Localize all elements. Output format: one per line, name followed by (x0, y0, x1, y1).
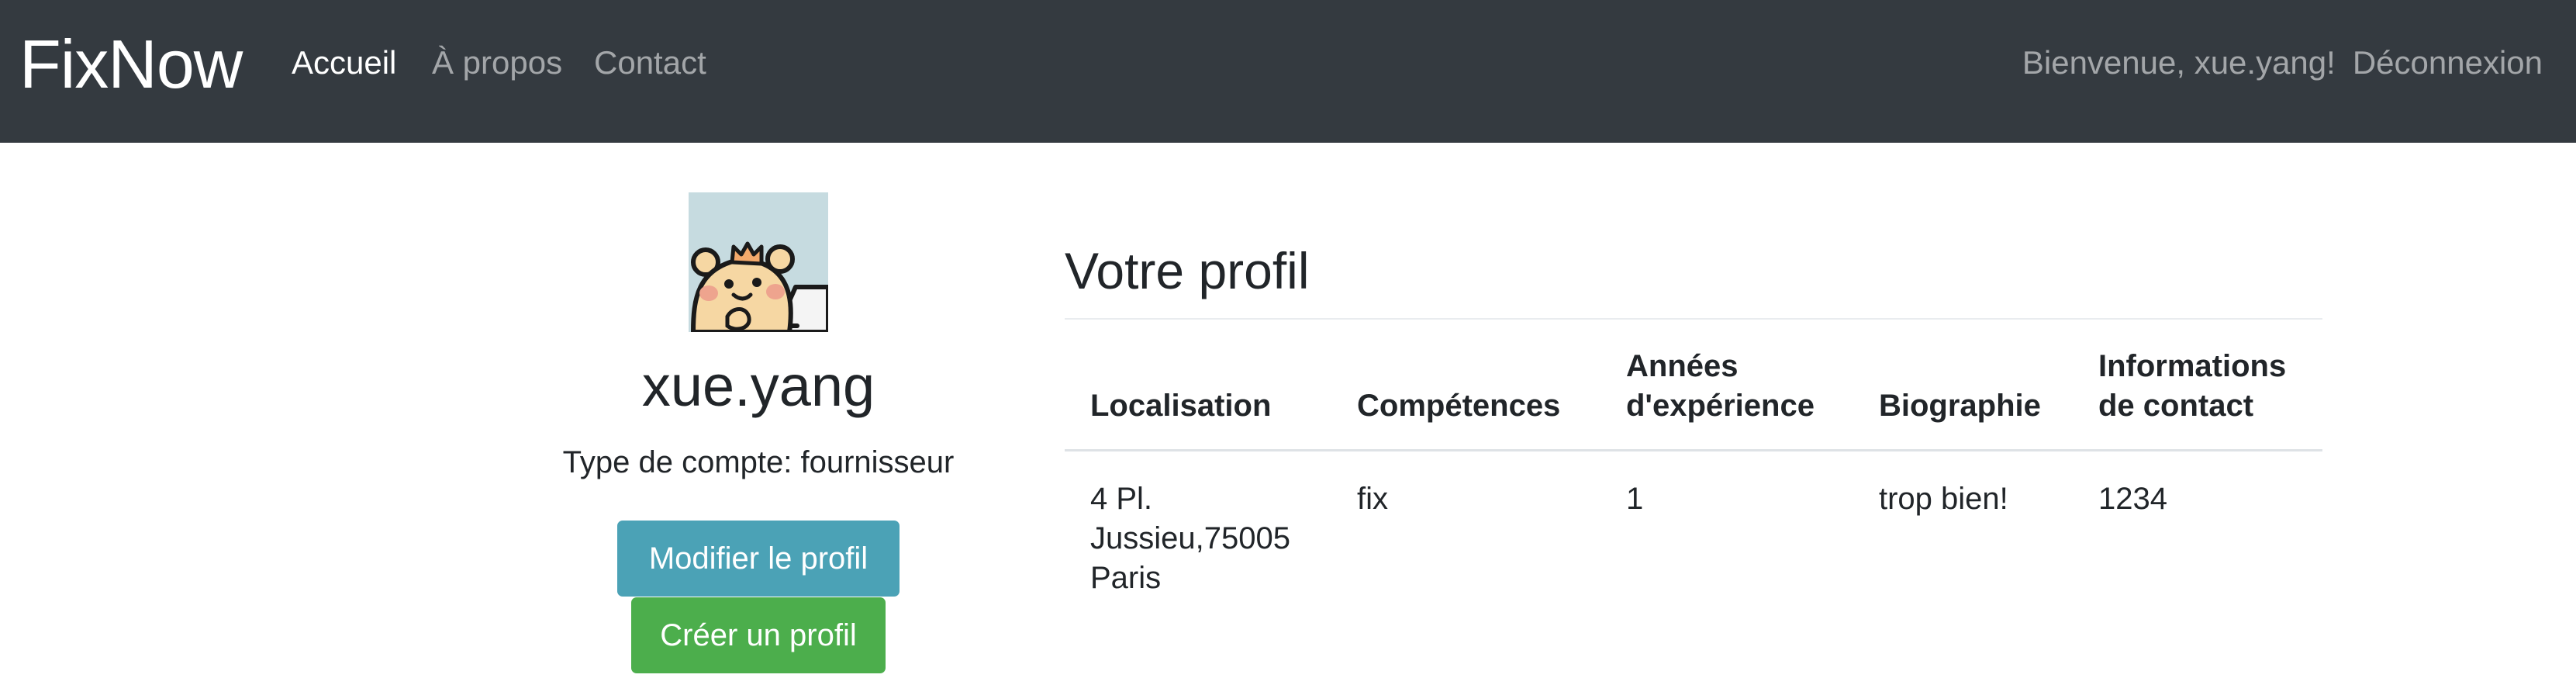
column-header-contact-line2: de contact (2098, 389, 2254, 423)
nav-link-contact[interactable]: Contact (594, 39, 706, 87)
column-header-biography: Biographie (1879, 389, 2041, 423)
column-header-experience-line2: d'expérience (1626, 389, 1815, 423)
cell-skills: fix (1357, 482, 1388, 516)
profile-section-title: Votre profil (1065, 242, 1310, 299)
cell-biography: trop bien! (1879, 482, 2008, 516)
avatar-bear-image (689, 192, 828, 332)
title-divider (1065, 318, 2322, 320)
table-header-divider (1065, 449, 2322, 451)
profile-username: xue.yang (641, 354, 875, 418)
column-header-experience-line1: Années (1626, 349, 1739, 383)
cell-location-line2: Jussieu,75005 (1090, 521, 1290, 555)
column-header-contact-line1: Informations (2098, 349, 2287, 383)
logout-link[interactable]: Déconnexion (2353, 39, 2543, 87)
column-header-location: Localisation (1090, 389, 1272, 423)
cell-location-line1: 4 Pl. (1090, 482, 1153, 516)
cell-contact: 1234 (2098, 482, 2167, 516)
nav-link-about[interactable]: À propos (432, 39, 562, 87)
avatar (689, 192, 828, 332)
column-header-skills: Compétences (1357, 389, 1561, 423)
create-profile-button[interactable]: Créer un profil (631, 597, 886, 673)
edit-profile-button[interactable]: Modifier le profil (617, 521, 900, 597)
welcome-text[interactable]: Bienvenue, xue.yang! (2022, 39, 2336, 87)
cell-experience: 1 (1626, 482, 1644, 516)
cell-location-line3: Paris (1090, 561, 1162, 595)
user-nav: Bienvenue, xue.yang! Déconnexion (2022, 39, 2543, 87)
nav-link-home[interactable]: Accueil (292, 39, 396, 87)
account-type-text: Type de compte: fournisseur (562, 445, 955, 479)
brand-logo[interactable]: FixNow (19, 22, 243, 107)
top-navbar: FixNow Accueil À propos Contact Bienvenu… (0, 0, 2576, 143)
